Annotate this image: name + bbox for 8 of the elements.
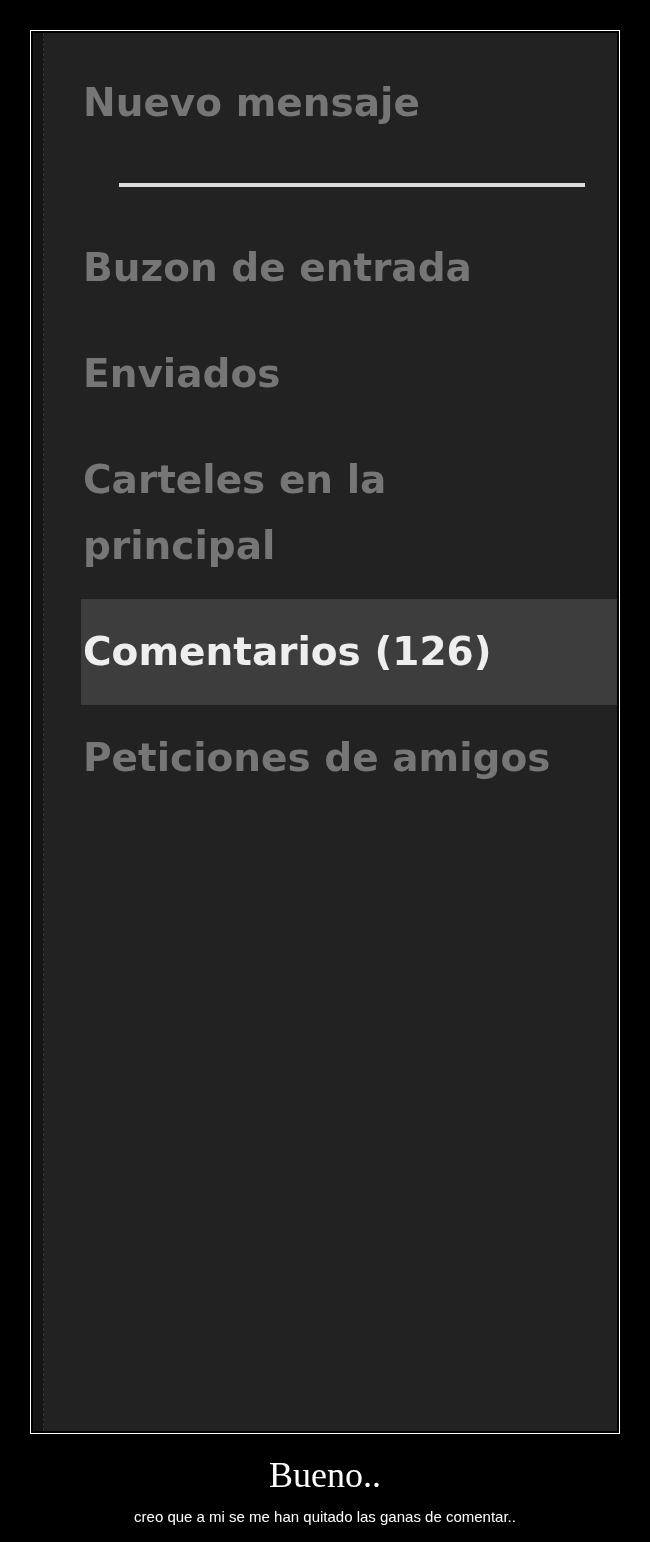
sidebar-item[interactable]: Carteles en la principal: [81, 427, 617, 599]
new-message-link[interactable]: Nuevo mensaje: [81, 50, 617, 156]
sidebar-item[interactable]: Buzon de entrada: [81, 215, 617, 321]
poster-title: Bueno..: [269, 1456, 381, 1496]
poster-caption: creo que a mi se me han quitado las ganas de comentar..: [134, 1506, 516, 1527]
sidebar-item[interactable]: Peticiones de amigos: [81, 705, 617, 811]
sidebar-item[interactable]: Enviados: [81, 321, 617, 427]
sidebar-item[interactable]: Comentarios (126): [81, 599, 617, 705]
